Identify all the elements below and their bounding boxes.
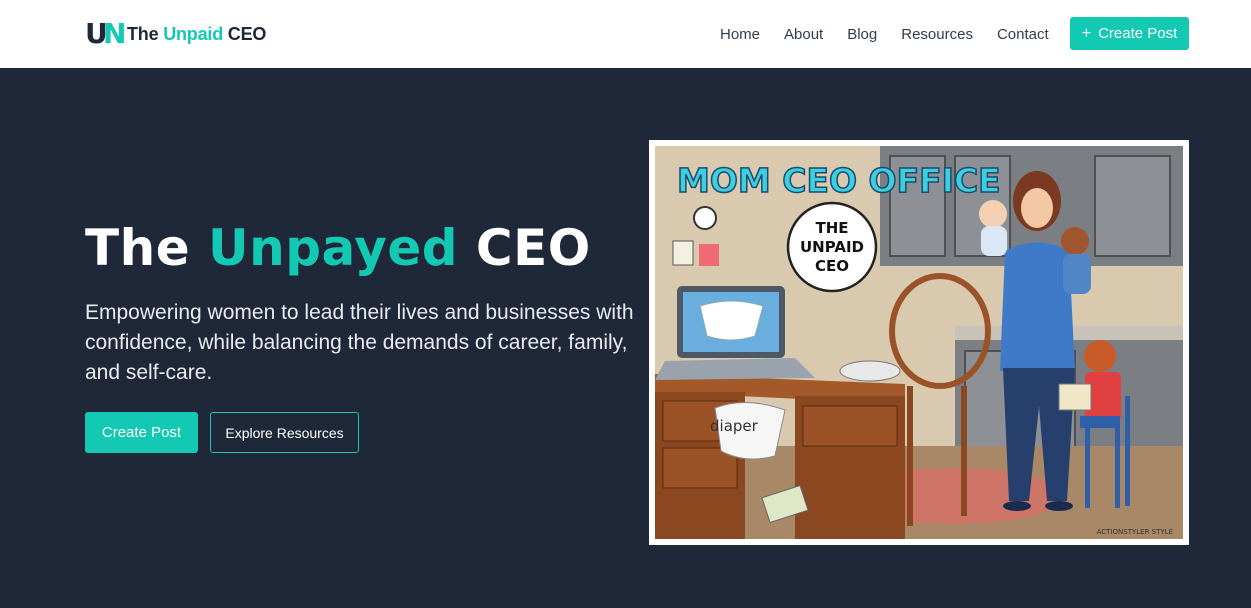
create-post-nav-button[interactable]: + Create Post — [1070, 17, 1189, 50]
site-header: UN The Unpaid CEO Home About Blog Resour… — [0, 0, 1251, 68]
main-nav: Home About Blog Resources Contact — [720, 0, 1049, 68]
nav-home[interactable]: Home — [720, 26, 760, 43]
create-post-nav-label: Create Post — [1098, 25, 1178, 42]
nav-contact[interactable]: Contact — [997, 26, 1049, 43]
nav-resources[interactable]: Resources — [901, 26, 973, 43]
hero-subtitle: Empowering women to lead their lives and… — [85, 301, 634, 384]
brand-logo[interactable]: UN The Unpaid CEO — [85, 19, 266, 49]
bubble-line-1: THE — [815, 219, 848, 237]
brand-name: The Unpaid CEO — [127, 23, 267, 44]
diaper-label: diaper — [710, 417, 759, 435]
nav-blog[interactable]: Blog — [847, 26, 877, 43]
kitchen-office-illustration: MOM CEO OFFICE diaper THE UNPAID CEO ACT… — [655, 146, 1183, 539]
sign-text: MOM CEO OFFICE — [677, 161, 1001, 200]
nav-about[interactable]: About — [784, 26, 823, 43]
explore-resources-button[interactable]: Explore Resources — [210, 412, 359, 453]
bubble-line-3: CEO — [815, 257, 849, 275]
plus-icon: + — [1081, 24, 1092, 42]
clock-icon — [693, 206, 717, 230]
create-post-button[interactable]: Create Post — [85, 412, 198, 453]
logo-mark-icon: UN — [85, 17, 127, 50]
artist-signature: ACTIONSTYLER STYLE — [1097, 528, 1173, 536]
hero-illustration: MOM CEO OFFICE diaper THE UNPAID CEO ACT… — [649, 140, 1189, 545]
bubble-line-2: UNPAID — [800, 238, 864, 256]
diaper-icon — [699, 300, 764, 341]
hero-title: The Unpayed CEO — [85, 219, 591, 277]
